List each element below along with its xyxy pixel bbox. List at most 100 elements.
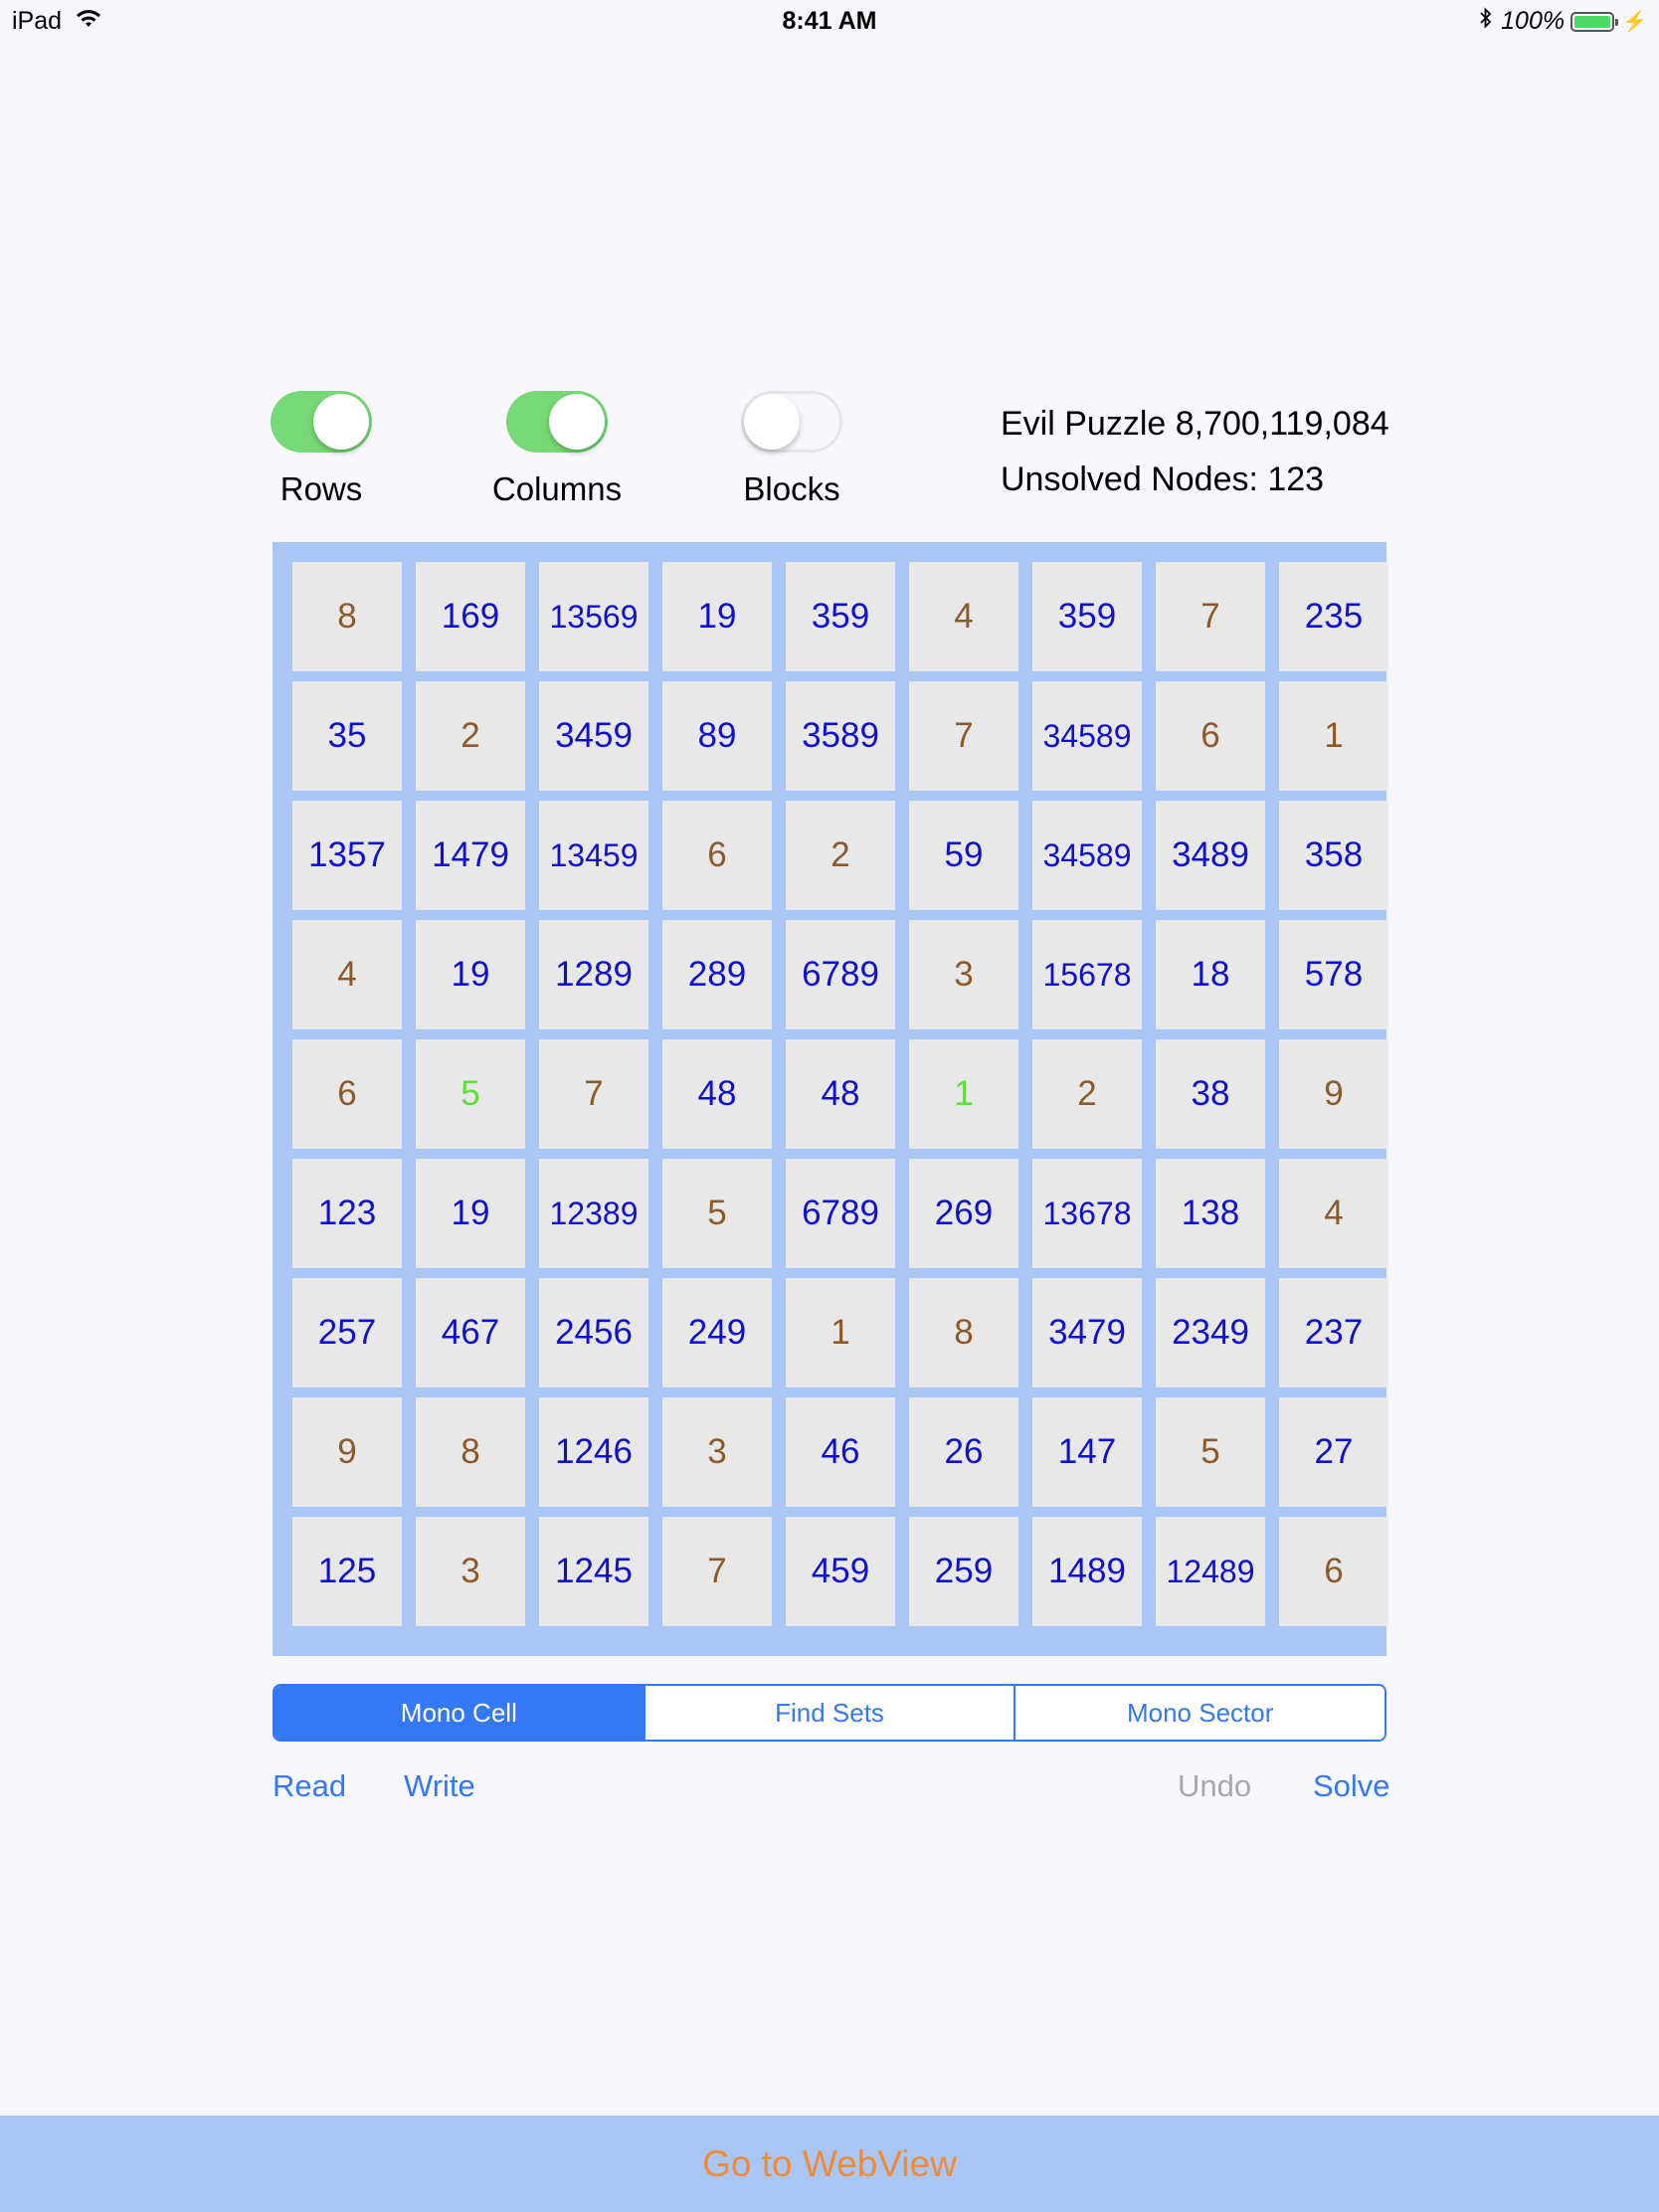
read-button[interactable]: Read	[273, 1768, 346, 1804]
sudoku-cell[interactable]: 4	[1279, 1159, 1388, 1268]
sudoku-cell[interactable]: 1289	[539, 920, 648, 1029]
sudoku-cell[interactable]: 26	[909, 1397, 1018, 1507]
sudoku-cell[interactable]: 7	[1156, 562, 1265, 671]
sudoku-cell[interactable]: 19	[416, 1159, 525, 1268]
sudoku-cell[interactable]: 3	[416, 1517, 525, 1626]
sudoku-cell[interactable]: 7	[539, 1039, 648, 1149]
undo-button[interactable]: Undo	[1178, 1768, 1251, 1804]
sudoku-cell[interactable]: 235	[1279, 562, 1388, 671]
write-button[interactable]: Write	[404, 1768, 475, 1804]
sudoku-cell[interactable]: 8	[416, 1397, 525, 1507]
blocks-switch[interactable]	[741, 391, 842, 453]
sudoku-cell[interactable]: 1245	[539, 1517, 648, 1626]
sudoku-board: 8 169 13569 19 359 4 359 7 235 35 2 3459 89 3589 7 3458…	[273, 542, 1388, 1656]
sudoku-cell[interactable]: 48	[662, 1039, 772, 1149]
sudoku-cell[interactable]: 578	[1279, 920, 1388, 1029]
sudoku-cell[interactable]: 7	[909, 681, 1018, 791]
sudoku-cell[interactable]: 3	[909, 920, 1018, 1029]
sudoku-cell[interactable]: 9	[1279, 1039, 1388, 1149]
columns-switch[interactable]	[506, 391, 608, 453]
toggle-columns-group: Columns	[477, 391, 637, 508]
sudoku-cell[interactable]: 34589	[1032, 681, 1142, 791]
sudoku-cell[interactable]: 2	[1032, 1039, 1142, 1149]
sudoku-cell[interactable]: 3489	[1156, 801, 1265, 910]
sudoku-cell[interactable]: 147	[1032, 1397, 1142, 1507]
sudoku-cell[interactable]: 5	[416, 1039, 525, 1149]
sudoku-cell[interactable]: 6789	[786, 920, 895, 1029]
sudoku-cell[interactable]: 48	[786, 1039, 895, 1149]
sudoku-cell[interactable]: 257	[292, 1278, 402, 1387]
segment-find-sets[interactable]: Find Sets	[643, 1686, 1014, 1740]
strategy-segmented-control: Mono Cell Find Sets Mono Sector	[273, 1684, 1386, 1742]
sudoku-cell[interactable]: 6	[292, 1039, 402, 1149]
sudoku-cell[interactable]: 1357	[292, 801, 402, 910]
go-to-webview-button[interactable]: Go to WebView	[0, 2116, 1659, 2212]
sudoku-cell[interactable]: 1246	[539, 1397, 648, 1507]
sudoku-cell[interactable]: 3479	[1032, 1278, 1142, 1387]
sudoku-cell[interactable]: 1479	[416, 801, 525, 910]
sudoku-cell[interactable]: 35	[292, 681, 402, 791]
sudoku-cell[interactable]: 4	[909, 562, 1018, 671]
sudoku-cell[interactable]: 169	[416, 562, 525, 671]
sudoku-cell[interactable]: 359	[786, 562, 895, 671]
blocks-label: Blocks	[743, 470, 840, 507]
sudoku-cell[interactable]: 269	[909, 1159, 1018, 1268]
switch-knob	[549, 394, 605, 450]
sudoku-cell[interactable]: 9	[292, 1397, 402, 1507]
sudoku-cell[interactable]: 3459	[539, 681, 648, 791]
segment-mono-cell[interactable]: Mono Cell	[275, 1686, 644, 1740]
go-to-webview-label: Go to WebView	[702, 2142, 957, 2184]
sudoku-cell[interactable]: 13569	[539, 562, 648, 671]
sudoku-cell[interactable]: 467	[416, 1278, 525, 1387]
sudoku-cell[interactable]: 2456	[539, 1278, 648, 1387]
sudoku-cell[interactable]: 359	[1032, 562, 1142, 671]
sudoku-cell[interactable]: 459	[786, 1517, 895, 1626]
sudoku-cell[interactable]: 12389	[539, 1159, 648, 1268]
sudoku-cell[interactable]: 1	[1279, 681, 1388, 791]
sudoku-cell[interactable]: 8	[909, 1278, 1018, 1387]
sudoku-cell[interactable]: 38	[1156, 1039, 1265, 1149]
sudoku-cell[interactable]: 15678	[1032, 920, 1142, 1029]
sudoku-cell[interactable]: 46	[786, 1397, 895, 1507]
sudoku-cell[interactable]: 237	[1279, 1278, 1388, 1387]
sudoku-cell[interactable]: 19	[662, 562, 772, 671]
sudoku-cell[interactable]: 6789	[786, 1159, 895, 1268]
sudoku-cell[interactable]: 6	[1156, 681, 1265, 791]
sudoku-cell[interactable]: 5	[1156, 1397, 1265, 1507]
battery-percent: 100%	[1501, 7, 1566, 35]
rows-switch[interactable]	[271, 391, 372, 453]
sudoku-cell[interactable]: 6	[662, 801, 772, 910]
sudoku-cell[interactable]: 13678	[1032, 1159, 1142, 1268]
sudoku-cell[interactable]: 12489	[1156, 1517, 1265, 1626]
sudoku-cell[interactable]: 13459	[539, 801, 648, 910]
sudoku-cell[interactable]: 6	[1279, 1517, 1388, 1626]
sudoku-cell[interactable]: 1489	[1032, 1517, 1142, 1626]
sudoku-cell[interactable]: 138	[1156, 1159, 1265, 1268]
sudoku-cell[interactable]: 27	[1279, 1397, 1388, 1507]
sudoku-cell[interactable]: 3589	[786, 681, 895, 791]
sudoku-cell[interactable]: 259	[909, 1517, 1018, 1626]
sudoku-cell[interactable]: 358	[1279, 801, 1388, 910]
sudoku-cell[interactable]: 125	[292, 1517, 402, 1626]
sudoku-cell[interactable]: 123	[292, 1159, 402, 1268]
sudoku-cell[interactable]: 2349	[1156, 1278, 1265, 1387]
sudoku-cell[interactable]: 2	[416, 681, 525, 791]
sudoku-cell[interactable]: 89	[662, 681, 772, 791]
sudoku-cell[interactable]: 34589	[1032, 801, 1142, 910]
sudoku-cell[interactable]: 8	[292, 562, 402, 671]
sudoku-cell[interactable]: 1	[786, 1278, 895, 1387]
solve-button[interactable]: Solve	[1313, 1768, 1390, 1804]
sudoku-cell[interactable]: 249	[662, 1278, 772, 1387]
puzzle-info: Evil Puzzle 8,700,119,084 Unsolved Nodes…	[1001, 396, 1418, 507]
sudoku-cell[interactable]: 19	[416, 920, 525, 1029]
sudoku-cell[interactable]: 18	[1156, 920, 1265, 1029]
sudoku-cell[interactable]: 5	[662, 1159, 772, 1268]
sudoku-cell[interactable]: 4	[292, 920, 402, 1029]
sudoku-cell[interactable]: 3	[662, 1397, 772, 1507]
segment-mono-sector[interactable]: Mono Sector	[1014, 1686, 1384, 1740]
sudoku-cell[interactable]: 289	[662, 920, 772, 1029]
sudoku-cell[interactable]: 2	[786, 801, 895, 910]
sudoku-cell[interactable]: 7	[662, 1517, 772, 1626]
sudoku-cell[interactable]: 59	[909, 801, 1018, 910]
sudoku-cell[interactable]: 1	[909, 1039, 1018, 1149]
